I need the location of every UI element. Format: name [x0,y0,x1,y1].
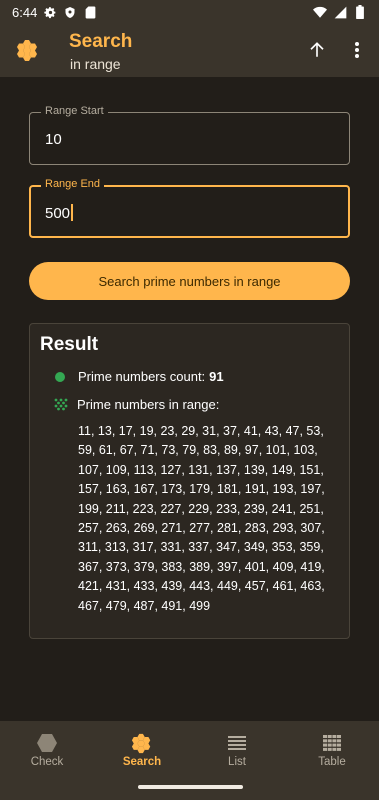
page-subtitle: in range [70,56,121,72]
search-primes-button[interactable]: Search prime numbers in range [29,262,350,300]
text-cursor [71,204,74,221]
range-end-field[interactable]: Range End 500 [29,178,350,238]
status-time: 6:44 [12,4,38,20]
nav-label-table: Table [318,756,346,768]
gear-icon [43,5,57,19]
range-start-field[interactable]: Range Start 10 [29,105,350,165]
sd-card-icon [83,5,97,19]
status-bar: 6:44 [0,0,379,24]
nav-label-list: List [228,756,246,768]
table-grid-icon [323,733,341,753]
list-icon [228,733,246,753]
range-end-value-wrap: 500 [45,204,74,222]
honeycomb-icon [16,38,40,62]
more-options-button[interactable] [342,35,372,65]
primes-in-range-label: Prime numbers in range: [77,397,220,412]
battery-icon [353,5,367,19]
nav-label-search: Search [122,756,162,768]
nav-label-check: Check [30,756,64,768]
range-end-value: 500 [45,205,71,222]
range-end-label: Range End [41,178,105,190]
signal-icon [333,5,347,19]
nav-item-check[interactable]: Check [0,721,94,783]
primes-list: 11, 13, 17, 19, 23, 29, 31, 37, 41, 43, … [78,424,325,613]
dot-grid-icon [54,398,68,410]
range-start-value: 10 [45,131,62,148]
page-title: Search [69,31,133,52]
shield-icon [63,5,77,19]
arrow-up-icon [310,42,324,57]
nav-item-search[interactable]: Search [95,721,189,783]
nav-item-list[interactable]: List [190,721,284,783]
primes-in-range-row: Prime numbers in range: [54,397,219,412]
result-title: Result [40,334,99,355]
prime-count-value: 91 [209,369,224,384]
honeycomb-icon [131,733,153,754]
range-start-label: Range Start [41,105,108,117]
prime-count-row: Prime numbers count: 91 [55,369,224,384]
hexagon-icon [36,733,58,753]
nav-item-table[interactable]: Table [285,721,379,783]
home-indicator[interactable] [138,785,243,789]
more-vert-icon [355,42,359,58]
result-card: Result Prime numbers count: 91 Prime num… [29,323,350,639]
wifi-icon [313,5,327,19]
prime-count-label: Prime numbers count: [78,369,206,384]
green-dot-icon [55,371,65,382]
arrow-up-button[interactable] [302,35,332,65]
app-bar: Search in range [0,24,379,77]
